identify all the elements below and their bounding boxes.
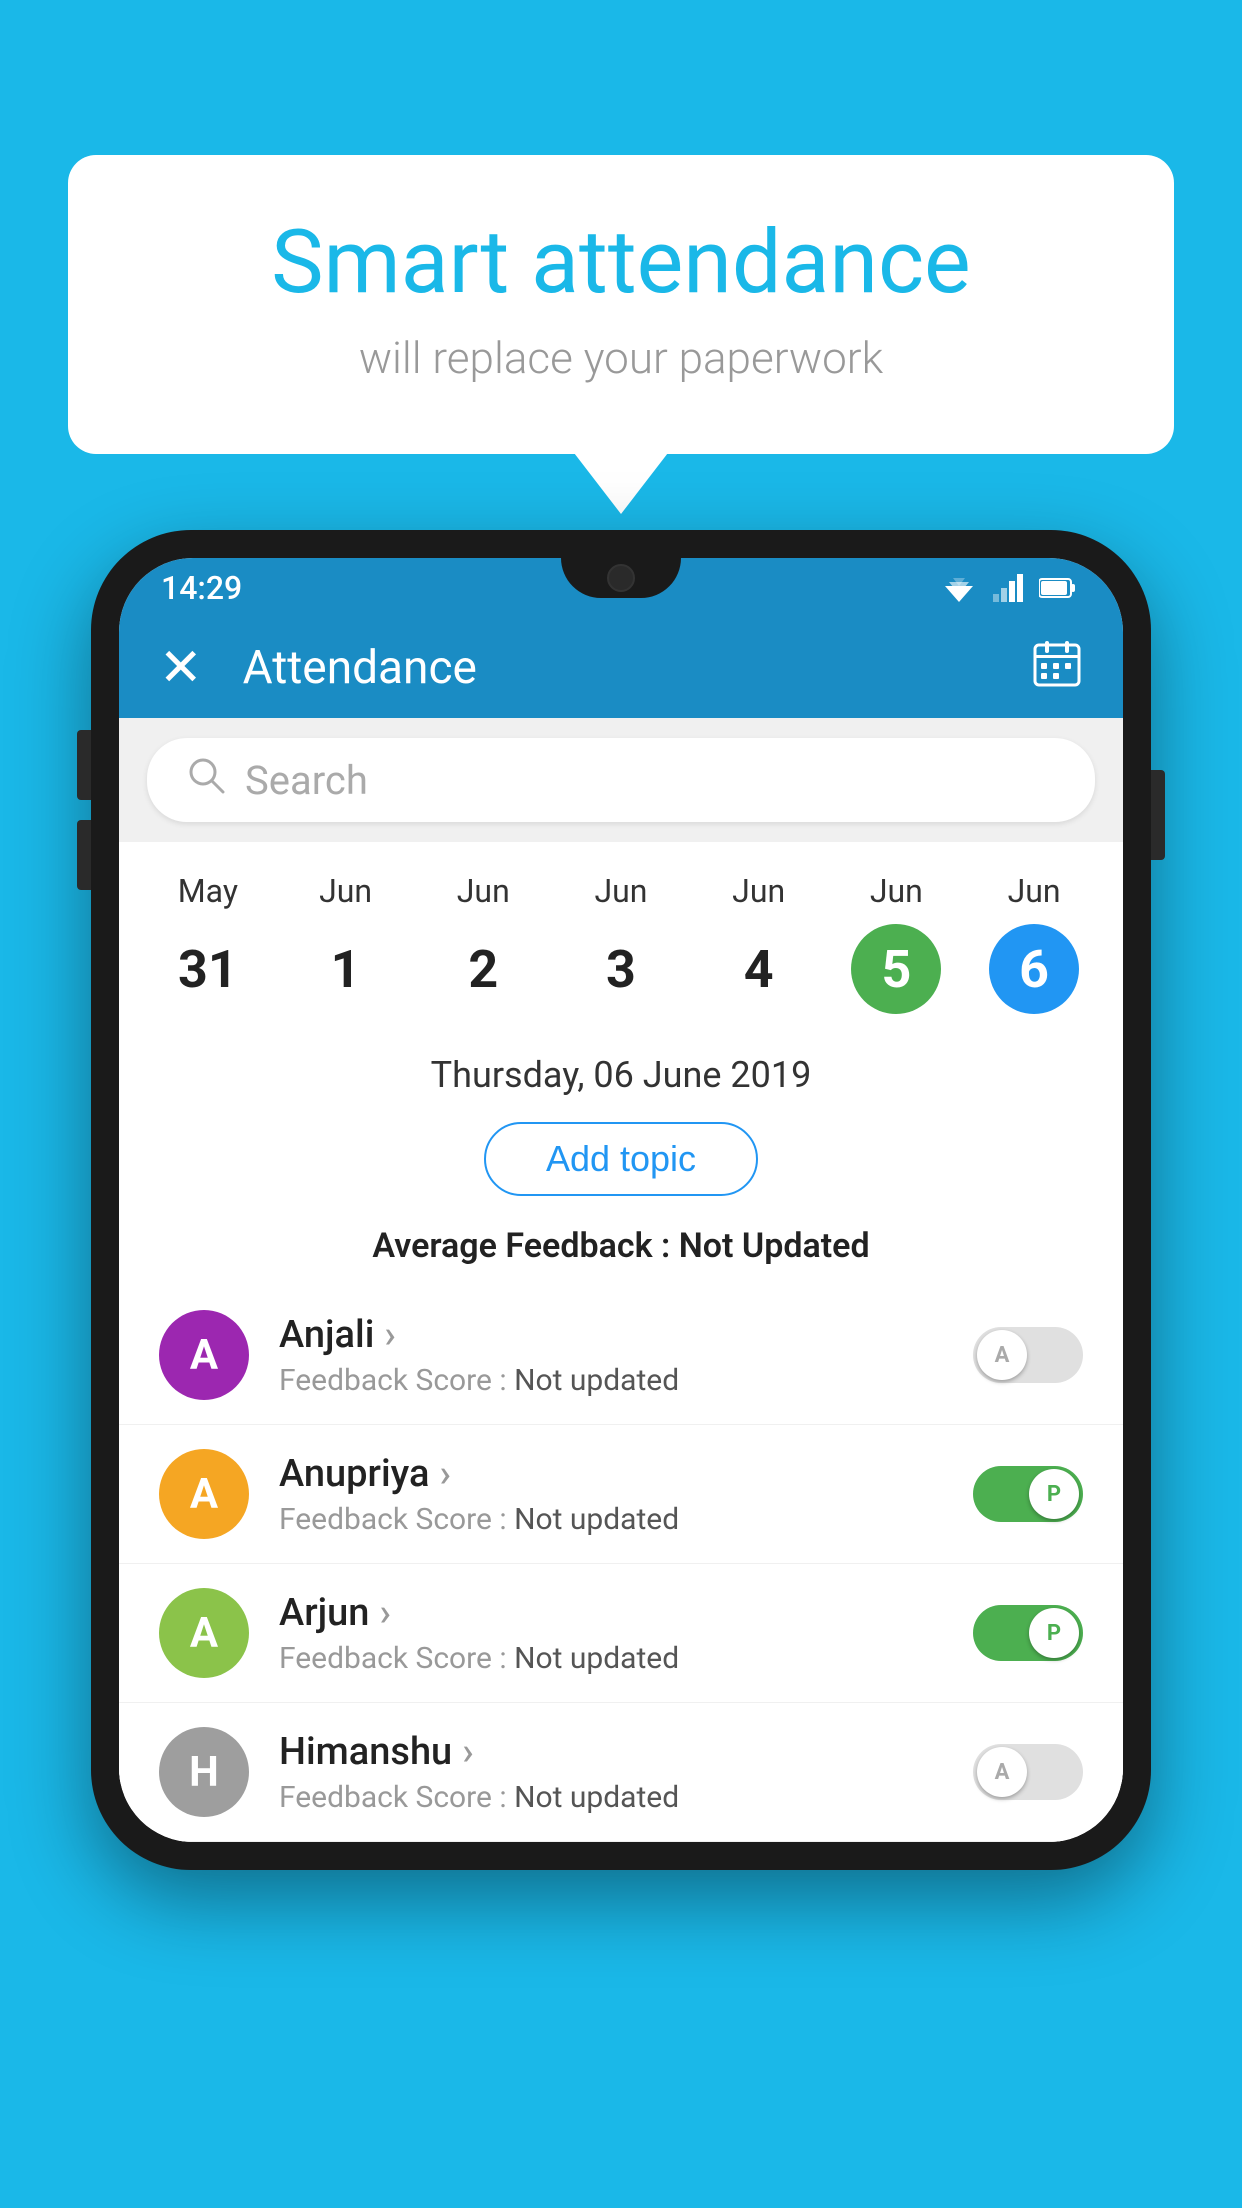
avg-feedback: Average Feedback : Not Updated bbox=[119, 1216, 1123, 1286]
cal-date-number: 3 bbox=[576, 924, 666, 1014]
toggle-switch[interactable]: P bbox=[973, 1605, 1083, 1661]
calendar-day[interactable]: Jun 2 bbox=[423, 872, 543, 1014]
phone-shell: 14:29 bbox=[91, 530, 1151, 1870]
toggle-switch[interactable]: P bbox=[973, 1466, 1083, 1522]
phone-screen: 14:29 bbox=[119, 558, 1123, 1842]
student-feedback: Feedback Score : Not updated bbox=[279, 1641, 943, 1676]
student-info: Himanshu Feedback Score : Not updated bbox=[279, 1730, 943, 1815]
cal-date-number: 2 bbox=[438, 924, 528, 1014]
calendar-day[interactable]: Jun 5 bbox=[836, 872, 956, 1014]
toggle-knob: P bbox=[1029, 1608, 1079, 1658]
search-icon bbox=[187, 756, 225, 804]
add-topic-container: Add topic bbox=[119, 1106, 1123, 1216]
calendar-day[interactable]: Jun 1 bbox=[286, 872, 406, 1014]
student-name: Arjun bbox=[279, 1591, 943, 1635]
camera bbox=[607, 564, 635, 592]
battery-icon bbox=[1039, 577, 1075, 599]
student-item[interactable]: A Arjun Feedback Score : Not updated P bbox=[119, 1564, 1123, 1703]
search-bar-container: Search bbox=[119, 718, 1123, 842]
close-button[interactable]: ✕ bbox=[159, 642, 203, 694]
search-placeholder: Search bbox=[245, 757, 368, 804]
student-feedback: Feedback Score : Not updated bbox=[279, 1780, 943, 1815]
attendance-toggle[interactable]: A bbox=[973, 1744, 1083, 1800]
vol-down-button bbox=[77, 820, 91, 890]
search-bar[interactable]: Search bbox=[147, 738, 1095, 822]
calendar-day[interactable]: May 31 bbox=[148, 872, 268, 1014]
cal-date-number: 31 bbox=[163, 924, 253, 1014]
toggle-switch[interactable]: A bbox=[973, 1744, 1083, 1800]
status-time: 14:29 bbox=[161, 569, 242, 607]
add-topic-button[interactable]: Add topic bbox=[484, 1122, 758, 1196]
calendar-day[interactable]: Jun 6 bbox=[974, 872, 1094, 1014]
power-button bbox=[1151, 770, 1165, 860]
attendance-toggle[interactable]: P bbox=[973, 1605, 1083, 1661]
student-avatar: A bbox=[159, 1310, 249, 1400]
toggle-switch[interactable]: A bbox=[973, 1327, 1083, 1383]
student-feedback: Feedback Score : Not updated bbox=[279, 1363, 943, 1398]
speech-bubble: Smart attendance will replace your paper… bbox=[68, 155, 1174, 454]
student-name: Anupriya bbox=[279, 1452, 943, 1496]
cal-date-number: 6 bbox=[989, 924, 1079, 1014]
student-info: Arjun Feedback Score : Not updated bbox=[279, 1591, 943, 1676]
wifi-icon bbox=[941, 574, 977, 602]
cal-month-label: Jun bbox=[1008, 872, 1061, 910]
student-info: Anupriya Feedback Score : Not updated bbox=[279, 1452, 943, 1537]
student-name: Anjali bbox=[279, 1313, 943, 1357]
cal-month-label: Jun bbox=[732, 872, 785, 910]
phone-wrapper: 14:29 bbox=[91, 530, 1151, 1870]
attendance-toggle[interactable]: A bbox=[973, 1327, 1083, 1383]
signal-icon bbox=[993, 574, 1023, 602]
calendar-icon[interactable] bbox=[1031, 637, 1083, 700]
toggle-knob: A bbox=[977, 1747, 1027, 1797]
speech-bubble-subtitle: will replace your paperwork bbox=[148, 332, 1094, 384]
vol-up-button bbox=[77, 730, 91, 800]
attendance-toggle[interactable]: P bbox=[973, 1466, 1083, 1522]
cal-date-number: 1 bbox=[301, 924, 391, 1014]
student-avatar: H bbox=[159, 1727, 249, 1817]
student-avatar: A bbox=[159, 1449, 249, 1539]
selected-date: Thursday, 06 June 2019 bbox=[119, 1034, 1123, 1106]
cal-month-label: Jun bbox=[319, 872, 372, 910]
speech-bubble-title: Smart attendance bbox=[148, 215, 1094, 312]
cal-month-label: Jun bbox=[457, 872, 510, 910]
status-icons bbox=[941, 574, 1075, 602]
toggle-knob: P bbox=[1029, 1469, 1079, 1519]
avg-feedback-label: Average Feedback : bbox=[372, 1226, 678, 1266]
student-list: AAnjaliFeedback Score : Not updatedAAAnu… bbox=[119, 1286, 1123, 1842]
student-item[interactable]: H Himanshu Feedback Score : Not updated A bbox=[119, 1703, 1123, 1842]
cal-month-label: Jun bbox=[594, 872, 647, 910]
calendar-day[interactable]: Jun 4 bbox=[699, 872, 819, 1014]
student-info: Anjali Feedback Score : Not updated bbox=[279, 1313, 943, 1398]
student-avatar: A bbox=[159, 1588, 249, 1678]
app-bar: ✕ Attendance bbox=[119, 618, 1123, 718]
student-item[interactable]: A Anupriya Feedback Score : Not updated P bbox=[119, 1425, 1123, 1564]
student-item[interactable]: A Anjali Feedback Score : Not updated A bbox=[119, 1286, 1123, 1425]
cal-month-label: Jun bbox=[870, 872, 923, 910]
app-title: Attendance bbox=[243, 641, 991, 695]
student-name: Himanshu bbox=[279, 1730, 943, 1774]
cal-date-number: 4 bbox=[714, 924, 804, 1014]
cal-month-label: May bbox=[178, 872, 238, 910]
toggle-knob: A bbox=[977, 1330, 1027, 1380]
cal-date-number: 5 bbox=[851, 924, 941, 1014]
student-feedback: Feedback Score : Not updated bbox=[279, 1502, 943, 1537]
avg-feedback-value: Not Updated bbox=[679, 1226, 870, 1266]
calendar-day[interactable]: Jun 3 bbox=[561, 872, 681, 1014]
calendar-strip: May 31 Jun 1 Jun 2 Jun 3 Jun 4 Jun 5 Jun 6 bbox=[119, 842, 1123, 1034]
